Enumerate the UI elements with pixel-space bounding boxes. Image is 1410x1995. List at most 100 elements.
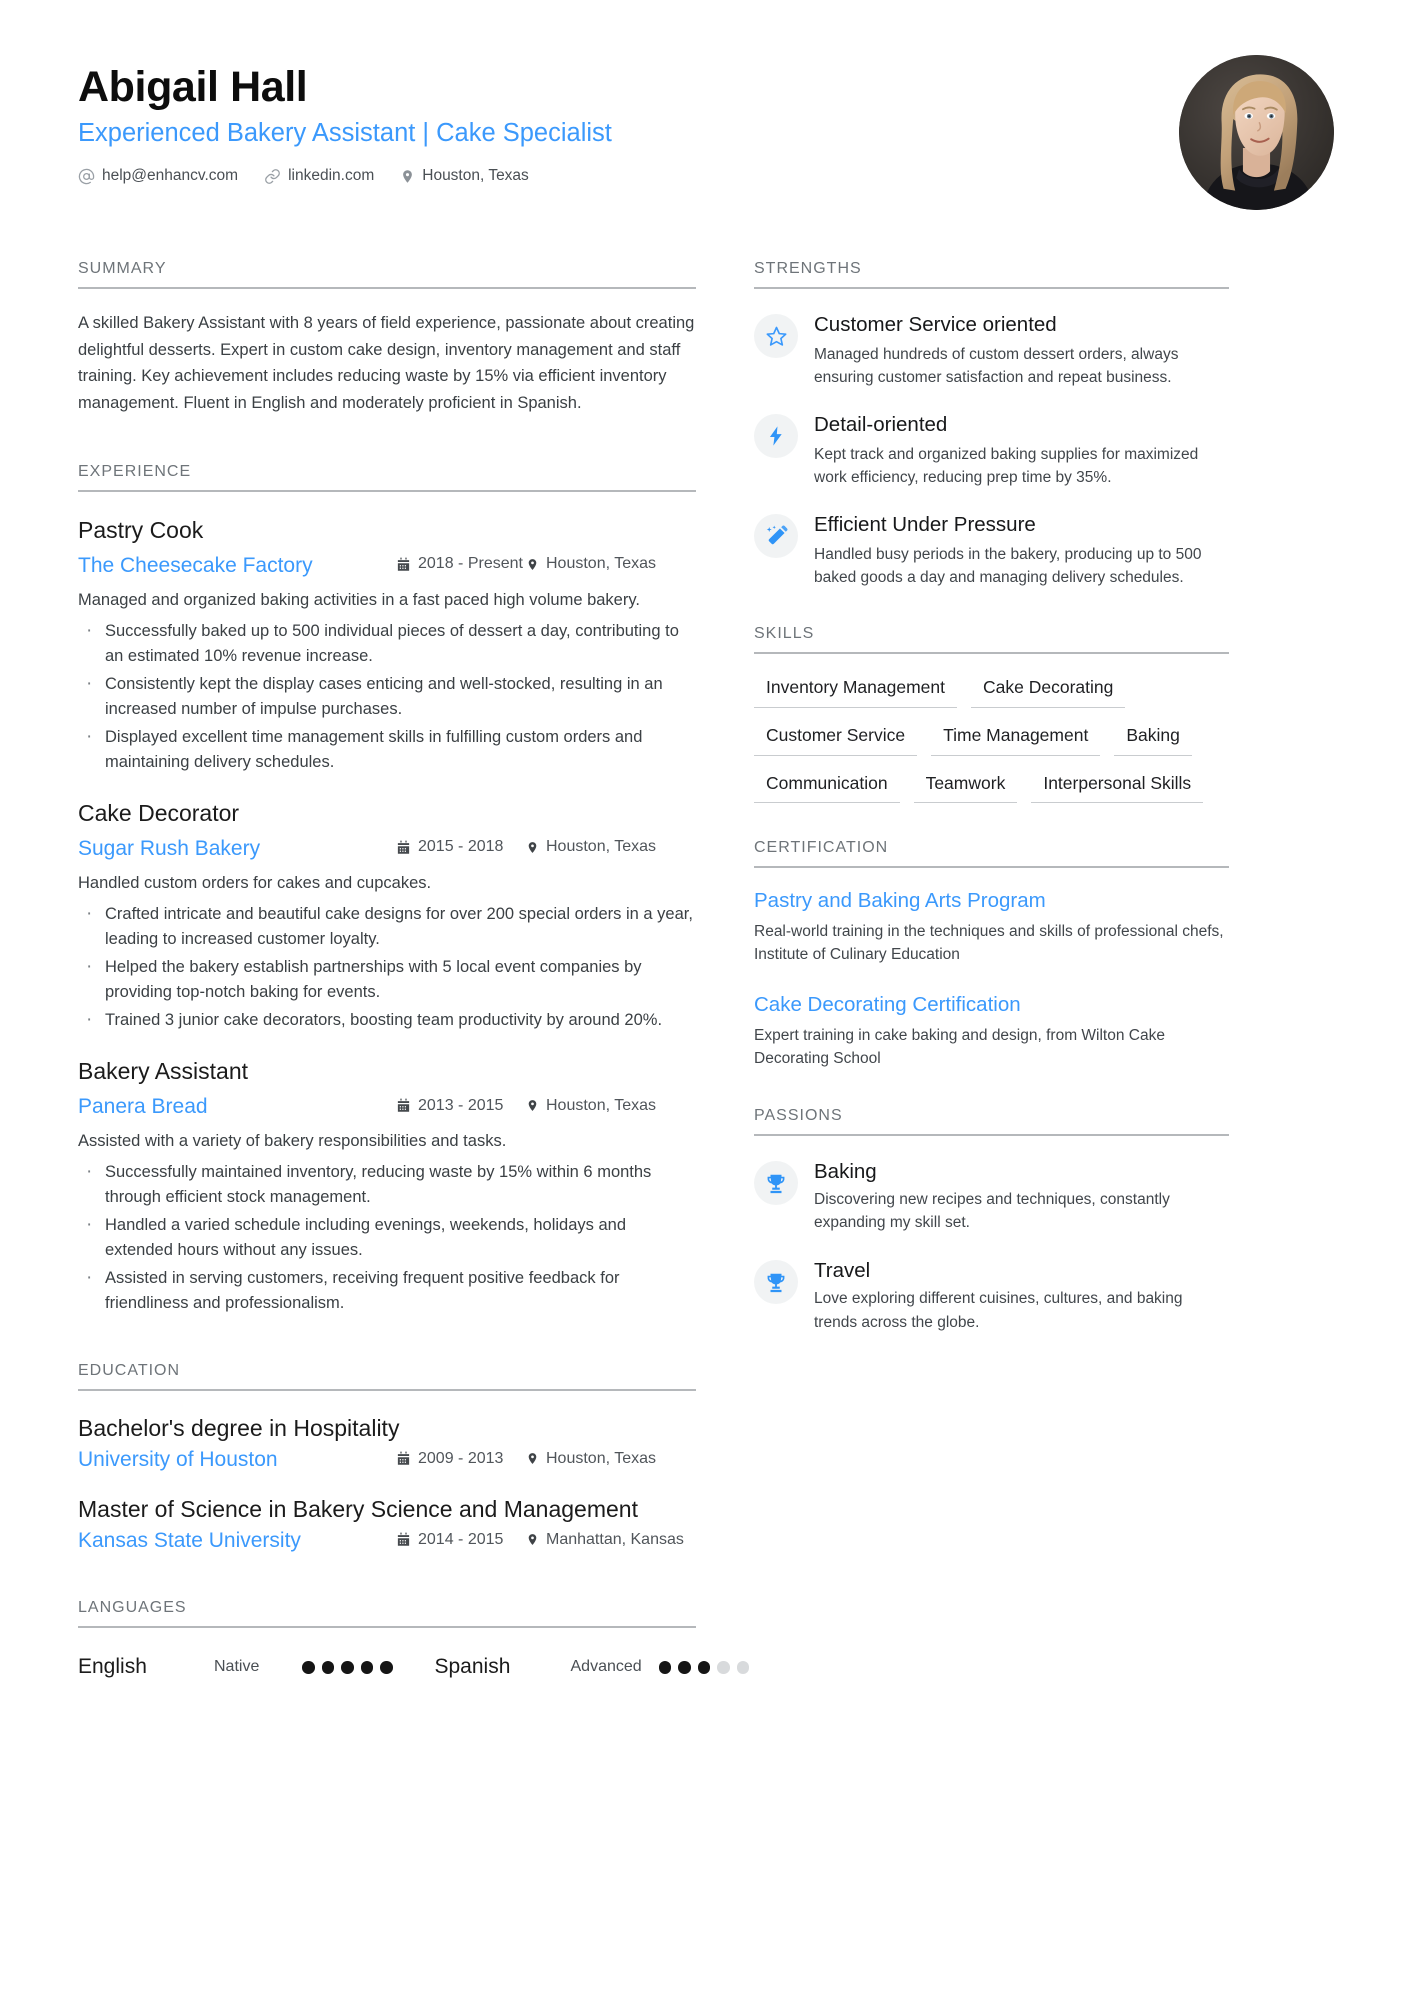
passion-item: Travel Love exploring different cuisines… (754, 1258, 1229, 1334)
job-dates-text: 2013 - 2015 (418, 1096, 504, 1114)
section-experience: EXPERIENCE Pastry Cook The Cheesecake Fa… (78, 463, 696, 1317)
skill-tag: Inventory Management (754, 672, 957, 708)
job-dates-text: 2018 - Present (418, 555, 523, 573)
contact-row: help@enhancv.com linkedin.com Houston, T… (78, 167, 612, 185)
languages-heading: LANGUAGES (78, 1599, 696, 1629)
certification-description: Real-world training in the techniques an… (754, 922, 1224, 964)
job-bullet: Successfully baked up to 500 individual … (78, 617, 696, 669)
skill-tag: Teamwork (913, 768, 1018, 804)
skill-tag: Baking (1114, 720, 1192, 756)
skill-tag: Interpersonal Skills (1031, 768, 1204, 804)
job-bullets: Successfully maintained inventory, reduc… (78, 1158, 696, 1316)
left-column: SUMMARY A skilled Bakery Assistant with … (78, 260, 749, 1679)
rating-dot-filled (658, 1661, 671, 1674)
section-languages: LANGUAGES English Native Spanish Advance… (78, 1599, 749, 1679)
avatar (1179, 55, 1334, 210)
language-item: Spanish Advanced (435, 1655, 749, 1679)
rating-dot-filled (360, 1661, 373, 1674)
language-name: English (78, 1655, 147, 1679)
trophy-icon (754, 1259, 798, 1304)
language-item: English Native (78, 1655, 393, 1679)
skill-tag: Cake Decorating (971, 672, 1126, 708)
job-bullet: Successfully maintained inventory, reduc… (78, 1158, 696, 1210)
education-location-text: Manhattan, Kansas (546, 1530, 684, 1548)
certification-description: Expert training in cake baking and desig… (754, 1027, 1165, 1068)
school-name[interactable]: University of Houston (78, 1448, 396, 1472)
contact-linkedin[interactable]: linkedin.com (264, 167, 374, 185)
passion-description: Love exploring different cuisines, cultu… (814, 1290, 1183, 1331)
education-meta: University of Houston 2009 - 2013 Housto… (78, 1448, 696, 1472)
strength-name: Efficient Under Pressure (814, 513, 1036, 537)
contact-location-text: Houston, Texas (422, 167, 529, 185)
education-item: Bachelor's degree in Hospitality Univers… (78, 1415, 696, 1472)
languages-row: English Native Spanish Advanced (78, 1655, 749, 1679)
job-bullets: Successfully baked up to 500 individual … (78, 617, 696, 775)
experience-item: Cake Decorator Sugar Rush Bakery 2015 - … (78, 799, 696, 1035)
resume-page: Abigail Hall Experienced Bakery Assistan… (0, 0, 1410, 1995)
certification-title[interactable]: Cake Decorating Certification (754, 992, 1229, 1019)
education-item: Master of Science in Bakery Science and … (78, 1496, 696, 1553)
calendar-icon (396, 557, 411, 572)
map-pin-icon (526, 1098, 539, 1113)
job-title: Bakery Assistant (78, 1058, 249, 1085)
job-location: Houston, Texas (526, 1097, 656, 1115)
star-icon (754, 314, 798, 358)
degree-title: Bachelor's degree in Hospitality (78, 1415, 400, 1442)
strength-item: Efficient Under Pressure Handled busy pe… (754, 512, 1229, 589)
strength-name: Detail-oriented (814, 413, 948, 437)
summary-text: A skilled Bakery Assistant with 8 years … (78, 314, 695, 413)
contact-linkedin-text: linkedin.com (288, 167, 375, 185)
job-dates: 2013 - 2015 (396, 1097, 526, 1115)
job-title: Cake Decorator (78, 800, 240, 827)
rating-dot-filled (697, 1661, 710, 1674)
job-bullet: Helped the bakery establish partnerships… (78, 953, 696, 1005)
rating-dot-filled (380, 1661, 393, 1674)
strength-body: Efficient Under Pressure Handled busy pe… (814, 512, 1229, 589)
job-location-text: Houston, Texas (546, 555, 656, 573)
at-sign-icon (78, 168, 95, 185)
strength-item: Detail-oriented Kept track and organized… (754, 412, 1229, 489)
education-location: Manhattan, Kansas (526, 1531, 684, 1549)
section-education: EDUCATION Bachelor's degree in Hospitali… (78, 1362, 696, 1553)
job-description: Assisted with a variety of bakery respon… (78, 1132, 507, 1151)
rating-dot-filled (678, 1661, 691, 1674)
job-description: Managed and organized baking activities … (78, 591, 640, 610)
job-meta: Panera Bread 2013 - 2015 Houston, Texas (78, 1093, 696, 1120)
education-dates-text: 2014 - 2015 (418, 1530, 504, 1548)
certification-item: Cake Decorating Certification Expert tra… (754, 992, 1229, 1070)
contact-email[interactable]: help@enhancv.com (78, 167, 238, 185)
job-meta: The Cheesecake Factory 2018 - Present Ho… (78, 552, 696, 579)
summary-heading: SUMMARY (78, 260, 696, 289)
right-column: STRENGTHS Customer Service oriented Mana… (754, 260, 1229, 1334)
strength-description: Kept track and organized baking supplies… (814, 445, 1199, 486)
rating-dot-filled (321, 1661, 334, 1674)
trophy-icon (754, 1160, 798, 1205)
job-bullet: Trained 3 junior cake decorators, boosti… (78, 1006, 696, 1035)
header-text-block: Abigail Hall Experienced Bakery Assistan… (78, 55, 612, 185)
degree-title: Master of Science in Bakery Science and … (78, 1496, 638, 1523)
map-pin-icon (526, 1451, 539, 1466)
certification-title[interactable]: Pastry and Baking Arts Program (754, 888, 1229, 915)
job-meta: Sugar Rush Bakery 2015 - 2018 Houston, T… (78, 835, 696, 862)
job-company[interactable]: Panera Bread (78, 1093, 396, 1120)
professional-headline: Experienced Bakery Assistant | Cake Spec… (78, 119, 612, 148)
job-bullet: Displayed excellent time management skil… (78, 723, 696, 775)
job-company[interactable]: The Cheesecake Factory (78, 552, 396, 579)
skills-heading: SKILLS (754, 625, 1229, 655)
job-description: Handled custom orders for cakes and cupc… (78, 874, 432, 893)
education-heading: EDUCATION (78, 1362, 696, 1392)
language-rating (658, 1661, 749, 1674)
calendar-icon (396, 840, 411, 855)
job-dates-text: 2015 - 2018 (418, 838, 504, 856)
section-summary: SUMMARY A skilled Bakery Assistant with … (78, 260, 696, 417)
rating-dot-empty (736, 1661, 749, 1674)
job-dates: 2015 - 2018 (396, 838, 526, 856)
map-pin-icon (526, 557, 539, 572)
job-company[interactable]: Sugar Rush Bakery (78, 835, 396, 862)
job-location: Houston, Texas (526, 555, 656, 573)
skill-tag: Time Management (931, 720, 1101, 756)
passion-item: Baking Discovering new recipes and techn… (754, 1159, 1229, 1235)
passion-name: Baking (814, 1159, 877, 1183)
job-bullets: Crafted intricate and beautiful cake des… (78, 900, 696, 1035)
school-name[interactable]: Kansas State University (78, 1529, 396, 1553)
